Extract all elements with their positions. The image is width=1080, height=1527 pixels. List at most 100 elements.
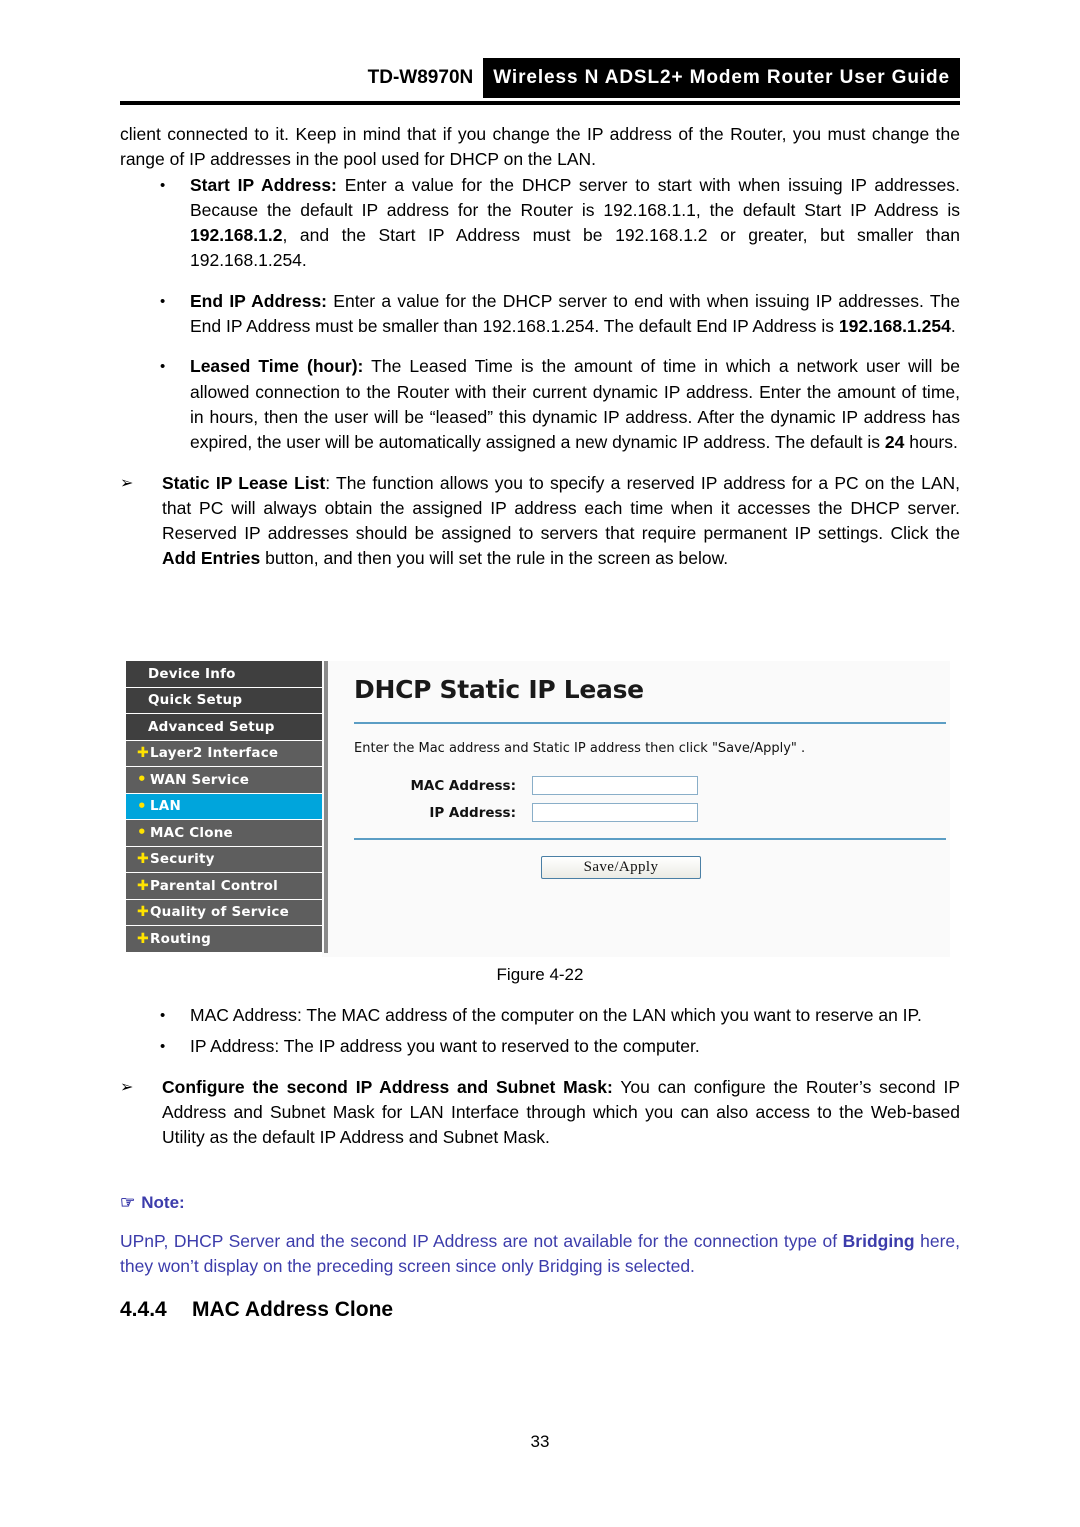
bullet-ip-address-desc: • IP Address: The IP address you want to…	[120, 1034, 960, 1059]
sidebar-item-routing[interactable]: ✚ Routing	[126, 926, 322, 953]
router-sidebar-nav: Device Info Quick Setup Advanced Setup ✚…	[126, 661, 322, 957]
sidebar-item-quick-setup[interactable]: Quick Setup	[126, 687, 322, 714]
arrow-marker-icon: ➢	[120, 1078, 134, 1096]
product-model: TD-W8970N	[367, 67, 474, 88]
sidebar-item-advanced-setup[interactable]: Advanced Setup	[126, 714, 322, 741]
bullet-text: End IP Address: Enter a value for the DH…	[190, 289, 960, 340]
sidebar-item-label: Parental Control	[150, 877, 278, 894]
page-header: TD-W8970N Wireless N ADSL2+ Modem Router…	[120, 58, 960, 102]
arrow-marker-icon: ➢	[120, 474, 134, 492]
form-row-ip-address: IP Address:	[354, 803, 950, 822]
bullet-leased-time: • Leased Time (hour): The Leased Time is…	[120, 354, 960, 455]
bullet-marker-icon: •	[160, 358, 166, 376]
header-banner-title: Wireless N ADSL2+ Modem Router User Guid…	[483, 58, 960, 98]
dot-icon: •	[137, 770, 147, 789]
note-text-a: UPnP, DHCP Server and the second IP Addr…	[120, 1231, 843, 1251]
sidebar-item-label: Security	[150, 851, 215, 868]
form-row-mac-address: MAC Address:	[354, 776, 950, 795]
sidebar-item-security[interactable]: ✚ Security	[126, 846, 322, 873]
note-block: ☞ Note: UPnP, DHCP Server and the second …	[120, 1193, 960, 1280]
panel-divider-bottom	[354, 838, 946, 840]
sidebar-item-label: Device Info	[148, 665, 236, 682]
ip-address-input[interactable]	[532, 803, 698, 822]
plus-icon: ✚	[137, 851, 149, 868]
section-heading: 4.4.4 MAC Address Clone	[120, 1298, 960, 1322]
lower-content: • MAC Address: The MAC address of the co…	[120, 1003, 960, 1165]
sidebar-item-quality-of-service[interactable]: ✚ Quality of Service	[126, 899, 322, 926]
sidebar-item-label: Quick Setup	[148, 692, 243, 709]
panel-description: Enter the Mac address and Static IP addr…	[354, 741, 806, 756]
note-text: UPnP, DHCP Server and the second IP Addr…	[120, 1229, 960, 1280]
bullet-term: End IP Address:	[190, 290, 328, 311]
plus-icon: ✚	[137, 877, 149, 894]
figure-caption: Figure 4-22	[496, 965, 584, 984]
sidebar-item-wan-service[interactable]: • WAN Service	[126, 767, 322, 794]
page-number: 33	[530, 1432, 550, 1451]
bullet-mac-address-desc: • MAC Address: The MAC address of the co…	[120, 1003, 960, 1028]
bullet-text: Leased Time (hour): The Leased Time is t…	[190, 354, 960, 455]
pointing-hand-icon: ☞	[120, 1193, 136, 1212]
mac-address-input[interactable]	[532, 776, 698, 795]
sidebar-item-label: WAN Service	[150, 771, 250, 788]
plus-icon: ✚	[137, 904, 149, 921]
arrow-item-term: Configure the second IP Address and Subn…	[162, 1076, 613, 1097]
bullet-marker-icon: •	[160, 1038, 166, 1056]
note-heading: ☞ Note:	[120, 1193, 960, 1213]
bullet-text: Start IP Address: Enter a value for the …	[190, 173, 960, 274]
arrow-item-text: Static IP Lease List: The function allow…	[162, 471, 960, 572]
bullet-text: MAC Address: The MAC address of the comp…	[190, 1005, 922, 1025]
bullet-tail-text: , and the Start IP Address must be 192.1…	[190, 225, 960, 271]
bullet-marker-icon: •	[160, 1007, 166, 1024]
bullet-term: Leased Time (hour):	[190, 356, 364, 377]
sidebar-item-label: Layer2 Interface	[150, 745, 279, 762]
router-web-ui: Device Info Quick Setup Advanced Setup ✚…	[126, 661, 950, 957]
sidebar-item-label: Advanced Setup	[148, 718, 275, 735]
bullet-text: IP Address: The IP address you want to r…	[190, 1036, 700, 1057]
static-ip-lease-form: MAC Address: IP Address:	[354, 776, 950, 822]
panel-actions: Save/Apply	[354, 856, 950, 879]
header-divider	[120, 101, 960, 105]
section-number: 4.4.4	[120, 1298, 167, 1321]
panel-title: DHCP Static IP Lease	[354, 675, 644, 704]
bullet-marker-icon: •	[160, 292, 166, 310]
figure-dhcp-static-ip-lease: Device Info Quick Setup Advanced Setup ✚…	[126, 661, 950, 957]
bullet-bold-value: 192.168.1.254	[838, 316, 951, 337]
note-title: Note:	[141, 1193, 185, 1212]
dot-icon: •	[137, 796, 147, 815]
sidebar-item-device-info[interactable]: Device Info	[126, 661, 322, 688]
main-content: client connected to it. Keep in mind tha…	[120, 122, 960, 587]
section-title: MAC Address Clone	[192, 1298, 394, 1321]
ip-address-label: IP Address:	[429, 804, 516, 821]
panel-divider-top	[354, 722, 946, 724]
sidebar-item-label: LAN	[150, 798, 181, 815]
sidebar-item-layer2-interface[interactable]: ✚ Layer2 Interface	[126, 740, 322, 767]
bullet-marker-icon: •	[160, 176, 166, 194]
sidebar-item-mac-clone[interactable]: • MAC Clone	[126, 820, 322, 847]
arrow-item-term: Static IP Lease List	[162, 472, 326, 493]
bullet-tail-text: .	[950, 316, 956, 337]
sidebar-item-label: Quality of Service	[150, 904, 289, 921]
arrow-item-configure-second-ip: ➢ Configure the second IP Address and Su…	[120, 1075, 960, 1151]
bullet-bold-value: 192.168.1.2	[190, 225, 283, 246]
arrow-item-body-b: button, and then you will set the rule i…	[260, 548, 729, 569]
arrow-item-static-ip-lease-list: ➢ Static IP Lease List: The function all…	[120, 471, 960, 572]
bullet-term: Start IP Address:	[190, 174, 337, 195]
bullet-start-ip-address: • Start IP Address: Enter a value for th…	[120, 173, 960, 274]
plus-icon: ✚	[137, 745, 149, 762]
save-apply-button[interactable]: Save/Apply	[540, 856, 702, 879]
intro-paragraph: client connected to it. Keep in mind tha…	[120, 124, 960, 170]
mac-address-label: MAC Address:	[410, 777, 516, 794]
bullet-bold-value: 24	[884, 432, 905, 453]
dot-icon: •	[137, 823, 147, 842]
sidebar-item-lan[interactable]: • LAN	[126, 793, 322, 820]
arrow-item-bold-value: Add Entries	[162, 548, 261, 569]
arrow-item-text: Configure the second IP Address and Subn…	[162, 1075, 960, 1151]
sidebar-item-parental-control[interactable]: ✚ Parental Control	[126, 873, 322, 900]
bullet-end-ip-address: • End IP Address: Enter a value for the …	[120, 289, 960, 340]
document-page: TD-W8970N Wireless N ADSL2+ Modem Router…	[0, 0, 1080, 1527]
sidebar-item-label: Routing	[150, 930, 212, 947]
router-main-panel: DHCP Static IP Lease Enter the Mac addre…	[328, 661, 950, 957]
bullet-tail-text: hours.	[904, 432, 958, 453]
note-bold-value: Bridging	[842, 1231, 915, 1251]
plus-icon: ✚	[137, 930, 149, 947]
